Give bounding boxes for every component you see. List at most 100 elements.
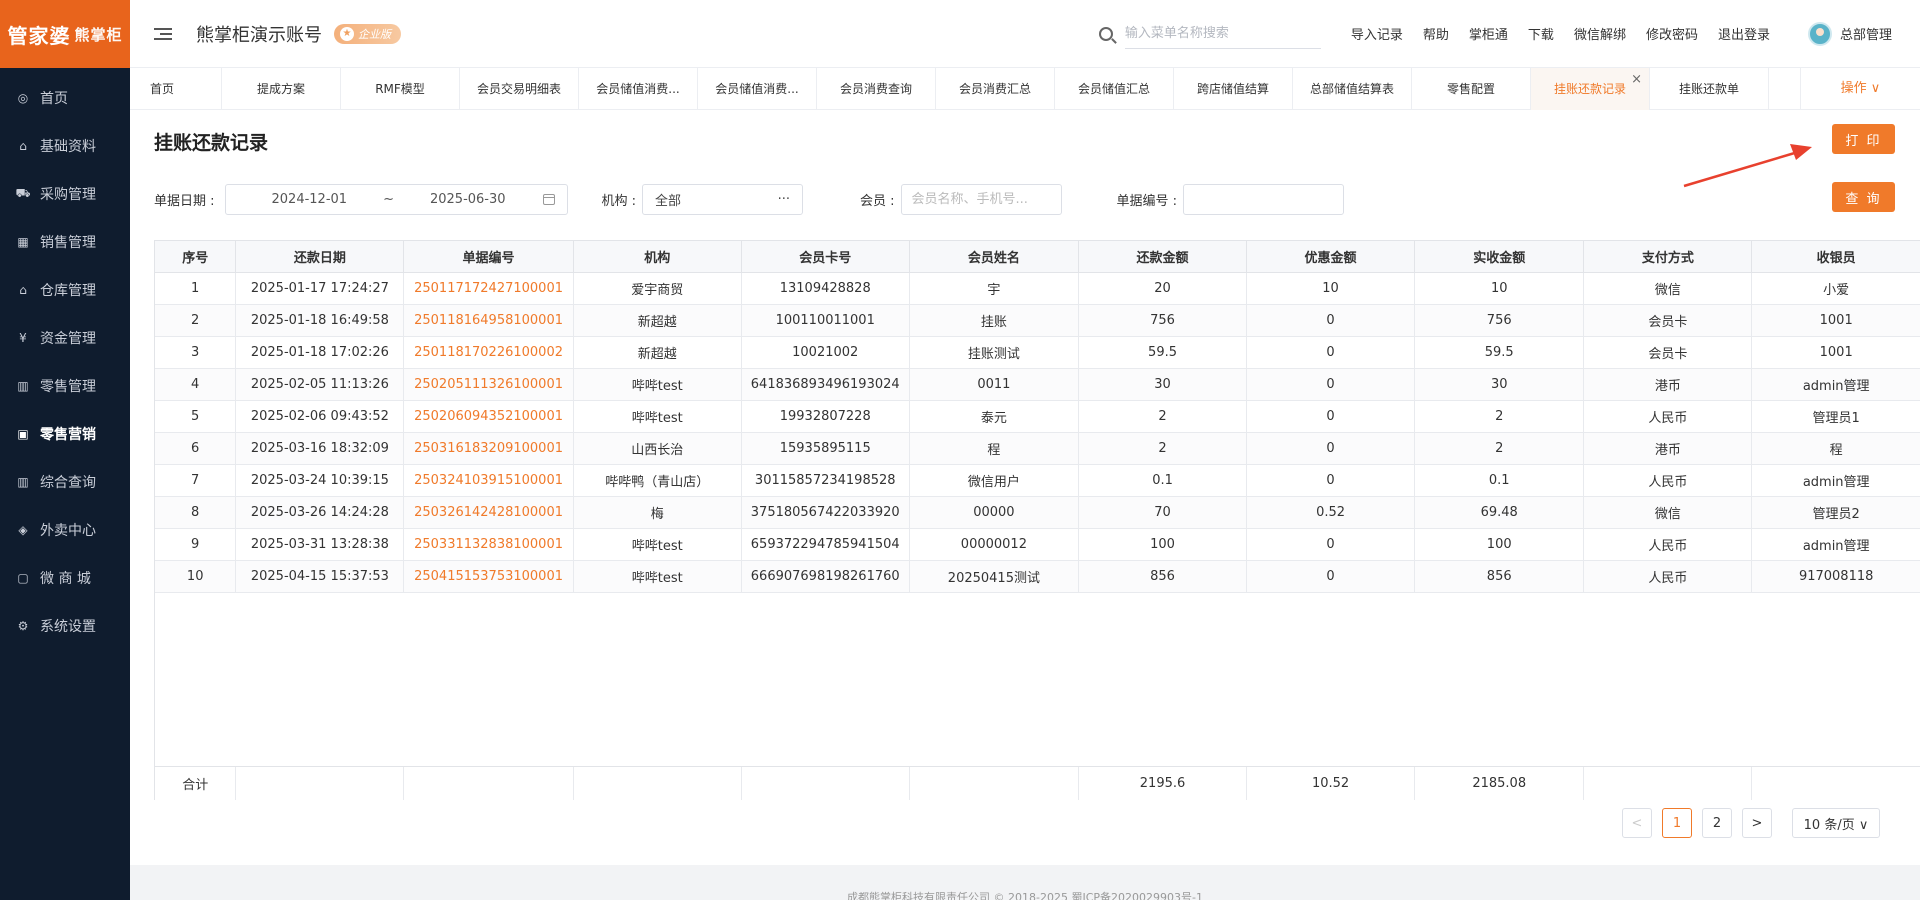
sidebar-item-2[interactable]: ⌂ 基础资料 <box>0 122 130 170</box>
tab-13[interactable]: 挂账还款记录 × <box>1531 68 1650 110</box>
bill-no-link[interactable]: 250205111326100001 <box>403 368 574 401</box>
link-change-password[interactable]: 修改密码 <box>1646 24 1698 43</box>
tab-5[interactable]: 会员储值消费... <box>579 68 698 110</box>
page-2-button[interactable]: 2 <box>1702 808 1732 838</box>
column-header[interactable]: 还款日期 <box>235 241 405 273</box>
table-row[interactable]: 9 2025-03-31 13:28:38 250331132838100001 哔哔… <box>155 528 1920 561</box>
bill-no-link[interactable]: 250324103915100001 <box>403 464 574 497</box>
column-header[interactable]: 单据编号 <box>403 241 574 273</box>
table-cell: 2025-01-17 17:24:27 <box>235 272 405 305</box>
column-header[interactable]: 会员姓名 <box>909 241 1080 273</box>
sidebar-item-label: 销售管理 <box>40 235 96 251</box>
sidebar-item-9[interactable]: ▥ 综合查询 <box>0 458 130 506</box>
table-row[interactable]: 2 2025-01-18 16:49:58 250118164958100001 新超… <box>155 304 1920 337</box>
sidebar-item-10[interactable]: ◈ 外卖中心 <box>0 506 130 554</box>
column-header[interactable]: 机构 <box>573 241 742 273</box>
table-row[interactable]: 5 2025-02-06 09:43:52 250206094352100001 哔哔… <box>155 400 1920 433</box>
next-page-button[interactable]: > <box>1742 808 1772 838</box>
close-icon[interactable]: × <box>1631 68 1642 101</box>
tab-1[interactable]: 首页 <box>130 68 222 110</box>
link-download[interactable]: 下载 <box>1528 24 1554 43</box>
bill-no-link[interactable]: 250326142428100001 <box>403 496 574 529</box>
link-wechat-unbind[interactable]: 微信解绑 <box>1574 24 1626 43</box>
page-1-button[interactable]: 1 <box>1662 808 1692 838</box>
column-header[interactable]: 优惠金额 <box>1246 241 1416 273</box>
table-cell: 100 <box>1414 528 1585 561</box>
tab-6[interactable]: 会员储值消费... <box>698 68 817 110</box>
link-import-records[interactable]: 导入记录 <box>1351 24 1403 43</box>
tab-10[interactable]: 跨店储值结算 <box>1174 68 1293 110</box>
table-cell: 10 <box>1414 272 1585 305</box>
logo[interactable]: 管家婆 熊掌柜 <box>0 0 130 68</box>
table-row[interactable]: 7 2025-03-24 10:39:15 250324103915100001 哔哔… <box>155 464 1920 497</box>
table-row[interactable]: 1 2025-01-17 17:24:27 250117172427100001 爱宇… <box>155 272 1920 305</box>
bill-no-link[interactable]: 250118164958100001 <box>403 304 574 337</box>
table-row[interactable]: 6 2025-03-16 18:32:09 250316183209100001 山西… <box>155 432 1920 465</box>
sidebar-item-11[interactable]: ▢ 微 商 城 <box>0 554 130 602</box>
menu-search-input[interactable] <box>1124 18 1321 49</box>
org-select[interactable]: 全部 ··· <box>642 183 804 215</box>
sidebar-item-7[interactable]: ▥ 零售管理 <box>0 362 130 410</box>
tab-7[interactable]: 会员消费查询 <box>817 68 936 110</box>
tab-2[interactable]: 提成方案 <box>222 68 341 110</box>
sidebar-item-label: 基础资料 <box>40 139 96 155</box>
bill-no-input[interactable] <box>1183 183 1345 215</box>
sidebar-item-5[interactable]: ⌂ 仓库管理 <box>0 266 130 314</box>
bill-no-link[interactable]: 250118170226100002 <box>403 336 574 369</box>
date-range-picker[interactable]: 2024-12-01 ~ 2025-06-30 <box>224 183 568 215</box>
column-header[interactable]: 收银员 <box>1751 241 1920 273</box>
sidebar-item-8[interactable]: ▣ 零售营销 <box>0 410 130 458</box>
page-size-select[interactable]: 10 条/页 ∨ <box>1792 808 1880 838</box>
bill-no-link[interactable]: 250206094352100001 <box>403 400 574 433</box>
prev-page-button[interactable]: < <box>1622 808 1652 838</box>
tab-8[interactable]: 会员消费汇总 <box>936 68 1055 110</box>
column-header[interactable]: 会员卡号 <box>741 241 910 273</box>
edition-badge-label: 企业版 <box>358 27 391 41</box>
sidebar-item-1[interactable]: ◎ 首页 <box>0 74 130 122</box>
table-cell: 2025-01-18 17:02:26 <box>235 336 405 369</box>
table-row[interactable]: 4 2025-02-05 11:13:26 250205111326100001 哔哔… <box>155 368 1920 401</box>
tab-11[interactable]: 总部储值结算表 <box>1293 68 1412 110</box>
bill-no-link[interactable]: 250331132838100001 <box>403 528 574 561</box>
username: 总部管理 <box>1839 28 1892 43</box>
table-cell: 1001 <box>1751 304 1920 337</box>
table-cell: 59.5 <box>1078 336 1248 369</box>
tab-3[interactable]: RMF模型 <box>341 68 460 110</box>
column-header[interactable]: 序号 <box>155 241 237 273</box>
sidebar-item-label: 零售管理 <box>40 379 96 395</box>
table-row[interactable]: 3 2025-01-18 17:02:26 250118170226100002 新超… <box>155 336 1920 369</box>
tab-9[interactable]: 会员储值汇总 <box>1055 68 1174 110</box>
link-help[interactable]: 帮助 <box>1423 24 1449 43</box>
search-icon[interactable] <box>1098 26 1113 41</box>
sidebar-item-6[interactable]: ¥ 资金管理 <box>0 314 130 362</box>
table-cell: 0 <box>1246 432 1416 465</box>
link-logout[interactable]: 退出登录 <box>1718 24 1770 43</box>
user-menu[interactable]: 总部管理 <box>1807 21 1892 46</box>
print-button[interactable]: 打 印 <box>1832 124 1895 154</box>
tab-12[interactable]: 零售配置 <box>1412 68 1531 110</box>
tab-14[interactable]: 挂账还款单 <box>1650 68 1769 110</box>
member-search-input[interactable] <box>900 183 1062 215</box>
table-cell: 会员卡 <box>1583 304 1753 337</box>
table-row[interactable]: 10 2025-04-15 15:37:53 250415153753100001 哔… <box>155 560 1920 593</box>
sidebar-item-4[interactable]: ▦ 销售管理 <box>0 218 130 266</box>
sidebar-item-12[interactable]: ⚙ 系统设置 <box>0 602 130 650</box>
bill-no-link[interactable]: 250316183209100001 <box>403 432 574 465</box>
total-row: 合计 2195.6 10.52 2185.08 <box>155 766 1920 800</box>
link-zhangguitong[interactable]: 掌柜通 <box>1469 24 1508 43</box>
query-button[interactable]: 查 询 <box>1832 182 1895 212</box>
tab-operations-dropdown[interactable]: 操作 ∨ <box>1800 68 1920 109</box>
bill-no-link[interactable]: 250415153753100001 <box>403 560 574 593</box>
column-header[interactable]: 还款金额 <box>1078 241 1248 273</box>
table-cell: 10 <box>1246 272 1416 305</box>
sidebar-item-label: 仓库管理 <box>40 283 96 299</box>
column-header[interactable]: 支付方式 <box>1583 241 1753 273</box>
tab-4[interactable]: 会员交易明细表 <box>460 68 579 110</box>
bill-no-link[interactable]: 250117172427100001 <box>403 272 574 305</box>
table-cell: 2025-02-05 11:13:26 <box>235 368 405 401</box>
menu-collapse-icon[interactable] <box>154 27 172 40</box>
sidebar-item-3[interactable]: ⛟ 采购管理 <box>0 170 130 218</box>
column-header[interactable]: 实收金额 <box>1414 241 1585 273</box>
table-row[interactable]: 8 2025-03-26 14:24:28 250326142428100001 梅 3… <box>155 496 1920 529</box>
page-title: 挂账还款记录 <box>154 132 269 154</box>
